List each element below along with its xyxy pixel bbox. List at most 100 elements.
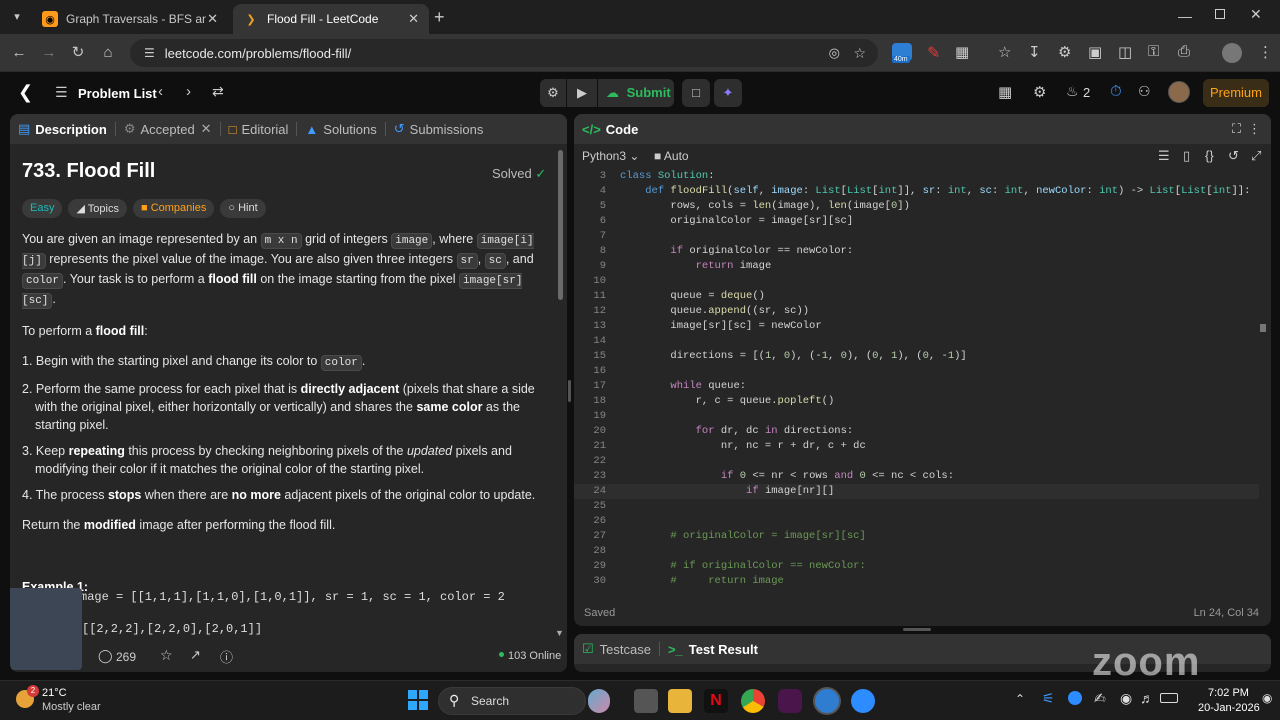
split-screen-icon[interactable]: ◫	[1118, 43, 1132, 61]
code-line[interactable]: 27 # originalColor = image[sr][sc]	[574, 529, 1259, 544]
zoom-app-icon[interactable]	[851, 689, 875, 713]
home-icon[interactable]: ⌂	[97, 42, 119, 64]
braces-icon[interactable]: {}	[1205, 148, 1214, 163]
performance-icon[interactable]: ⚙	[1058, 43, 1071, 61]
minimize-window-icon[interactable]: —	[1178, 8, 1192, 24]
code-line[interactable]: 21 nr, nc = r + dr, c + dc	[574, 439, 1259, 454]
scrollbar-thumb[interactable]	[558, 150, 563, 300]
bookmark-icon[interactable]: ▯	[1183, 148, 1190, 164]
chrome-icon[interactable]	[741, 689, 765, 713]
code-line[interactable]: 8 if originalColor == newColor:	[574, 244, 1259, 259]
timer-icon[interactable]: ⏱	[1110, 83, 1122, 100]
share-icon[interactable]: ↗	[190, 647, 201, 663]
more-options-icon[interactable]: ⋮	[1248, 121, 1261, 137]
fullscreen-icon[interactable]: ⤢	[1251, 148, 1261, 164]
problem-list-button[interactable]: Problem List	[78, 86, 157, 101]
file-explorer-icon[interactable]	[668, 689, 692, 713]
browser-tab-graph-traversals[interactable]: ◉ Graph Traversals - BFS and DFS: ✕	[32, 4, 228, 34]
code-line[interactable]: 26	[574, 514, 1259, 529]
reset-icon[interactable]: ↺	[1228, 148, 1239, 164]
browser-tab-flood-fill[interactable]: ❯ Flood Fill - LeetCode ✕	[233, 4, 429, 34]
submit-button[interactable]: ☁ Submit	[598, 79, 674, 107]
layout-grid-icon[interactable]: ▦	[998, 83, 1012, 101]
close-tab-icon[interactable]: ✕	[207, 11, 218, 27]
start-windows-icon[interactable]	[408, 690, 428, 710]
language-select[interactable]: Python3 ⌄	[582, 149, 639, 163]
browser-menu-icon[interactable]: ⋮	[1258, 43, 1273, 61]
tab-editorial[interactable]: □ Editorial	[221, 114, 297, 144]
help-icon[interactable]: ⓘ	[220, 647, 233, 666]
panel-resize-handle[interactable]	[568, 380, 571, 402]
code-line[interactable]: 13 image[sr][sc] = newColor	[574, 319, 1259, 334]
edge-icon[interactable]	[815, 689, 839, 713]
tab-solutions[interactable]: ▲ Solutions	[297, 114, 384, 144]
close-tab-icon[interactable]: ✕	[408, 11, 419, 27]
code-line[interactable]: 5 rows, cols = len(image), len(image[0])	[574, 199, 1259, 214]
copilot-icon[interactable]	[588, 689, 610, 713]
premium-button[interactable]: Premium	[1203, 79, 1269, 107]
passwords-key-icon[interactable]: ⚿	[1148, 43, 1159, 60]
site-info-icon[interactable]: ☰	[144, 46, 155, 60]
tab-test-result[interactable]: >_ Test Result	[660, 634, 766, 664]
wifi-icon[interactable]: ◉	[1120, 690, 1132, 707]
mode-select[interactable]: ■ Auto	[654, 149, 689, 163]
next-problem-icon[interactable]: ›	[186, 83, 191, 100]
code-line[interactable]: 14	[574, 334, 1259, 349]
scroll-down-icon[interactable]: ▼	[555, 628, 564, 638]
pen-extension-icon[interactable]: ✎	[927, 43, 940, 63]
code-line[interactable]: 17 while queue:	[574, 379, 1259, 394]
hint-chip[interactable]: ○ Hint	[220, 199, 266, 218]
close-tab-icon[interactable]: ✕	[201, 121, 212, 137]
add-collaborator-icon[interactable]: ⚇	[1138, 83, 1151, 100]
code-line[interactable]: 18 r, c = queue.popleft()	[574, 394, 1259, 409]
editor-scrollbar[interactable]	[1260, 324, 1266, 332]
ai-assist-icon[interactable]: ✦	[714, 79, 742, 107]
print-icon[interactable]: ⎙	[1178, 43, 1190, 60]
favorite-star-icon[interactable]: ☆	[160, 647, 173, 664]
code-line[interactable]: 15 directions = [(1, 0), (-1, 0), (0, 1)…	[574, 349, 1259, 364]
bookmark-star-icon[interactable]: ☆	[853, 45, 866, 62]
address-bar[interactable]: ☰ leetcode.com/problems/flood-fill/ ◎ ☆	[130, 39, 878, 67]
comment-icon[interactable]: ◯	[98, 648, 113, 664]
task-view-icon[interactable]	[634, 689, 658, 713]
streak-fire-icon[interactable]: ♨	[1066, 83, 1079, 100]
tray-chevron-up-icon[interactable]: ⌃	[1015, 692, 1025, 706]
volume-icon[interactable]: ♬	[1140, 690, 1154, 706]
download-icon[interactable]: ↧	[1028, 43, 1041, 61]
code-line[interactable]: 25	[574, 499, 1259, 514]
collections-icon[interactable]: ▣	[1088, 43, 1102, 61]
panel-resize-handle[interactable]	[903, 628, 931, 631]
user-avatar[interactable]	[1168, 81, 1190, 103]
code-line[interactable]: 23 if 0 <= nr < rows and 0 <= nc < cols:	[574, 469, 1259, 484]
code-line[interactable]: 11 queue = deque()	[574, 289, 1259, 304]
code-line[interactable]: 12 queue.append((sr, sc))	[574, 304, 1259, 319]
search-box[interactable]: ⚲ Search	[438, 687, 586, 715]
code-line[interactable]: 9 return image	[574, 259, 1259, 274]
code-line[interactable]: 19	[574, 409, 1259, 424]
code-editor[interactable]: 3 class Solution: 4 def floodFill(self, im…	[574, 169, 1259, 587]
forward-icon[interactable]: →	[38, 42, 60, 64]
code-line[interactable]: 28	[574, 544, 1259, 559]
difficulty-badge[interactable]: Easy	[22, 199, 63, 218]
tab-accepted[interactable]: ⚙ Accepted ✕	[116, 114, 220, 144]
restore-window-icon[interactable]	[1215, 9, 1225, 19]
companies-chip[interactable]: ■ Companies	[132, 199, 215, 218]
reload-icon[interactable]: ↻	[67, 42, 89, 64]
topics-chip[interactable]: ◢ Topics	[68, 199, 127, 218]
eye-off-icon[interactable]: ◎	[829, 45, 840, 61]
battery-icon[interactable]	[1160, 693, 1178, 703]
profile-avatar[interactable]	[1222, 43, 1242, 63]
code-line[interactable]: 24 if image[nr][]	[574, 484, 1259, 499]
code-line[interactable]: 3 class Solution:	[574, 169, 1259, 184]
debug-button[interactable]: ⚙	[540, 79, 566, 107]
code-line[interactable]: 10	[574, 274, 1259, 289]
code-line[interactable]: 16	[574, 364, 1259, 379]
netflix-icon[interactable]: N	[704, 689, 728, 713]
tab-code[interactable]: </> Code	[574, 114, 646, 144]
code-line[interactable]: 30 # return image	[574, 574, 1259, 587]
settings-gear-icon[interactable]: ⚙	[1033, 83, 1046, 101]
clock-time[interactable]: 7:02 PM	[1208, 687, 1249, 699]
clock-date[interactable]: 20-Jan-2026	[1198, 702, 1260, 714]
tab-description[interactable]: ▤ Description	[10, 114, 115, 144]
code-line[interactable]: 20 for dr, dc in directions:	[574, 424, 1259, 439]
